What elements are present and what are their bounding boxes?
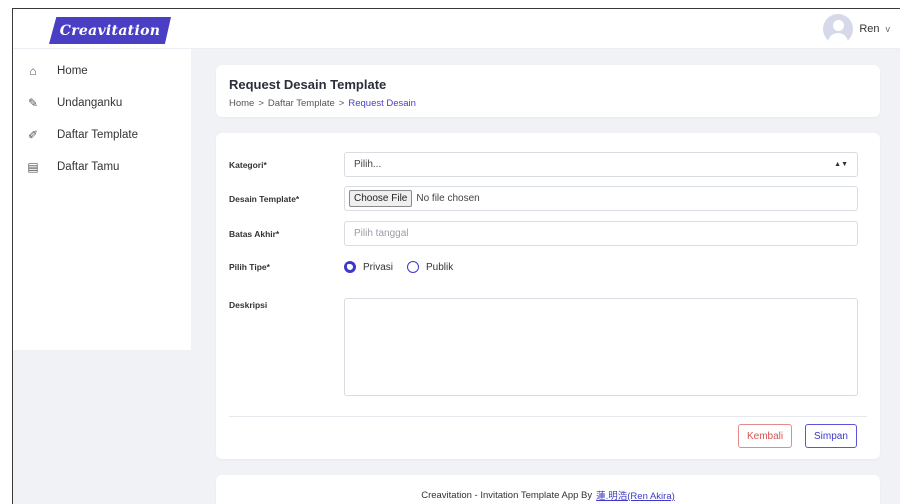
app-window: Creavitation Ren v ⌂ Home ✎ Undanganku ✐… [12,8,900,504]
batas-label: Batas Akhir* [229,229,280,239]
brand-logo[interactable]: Creavitation [49,17,171,44]
invitation-icon: ✎ [27,96,39,110]
sidebar-item-label: Daftar Tamu [57,161,120,173]
footer-text: Creavitation - Invitation Template App B… [421,489,593,501]
deskripsi-textarea[interactable] [344,298,858,396]
sidebar: ⌂ Home ✎ Undanganku ✐ Daftar Template ▤ … [13,49,191,350]
footer: Creavitation - Invitation Template App B… [216,475,880,504]
top-navbar: Creavitation Ren v [13,9,900,49]
batas-date-input[interactable]: Pilih tanggal [344,221,858,246]
batas-placeholder: Pilih tanggal [354,228,409,239]
sidebar-item-daftar-template[interactable]: ✐ Daftar Template [13,119,191,151]
page-title: Request Desain Template [229,77,387,92]
user-menu[interactable]: Ren v [823,14,891,44]
user-avatar-icon[interactable] [823,14,854,44]
deskripsi-label: Deskripsi [229,300,268,310]
form-divider [229,416,867,417]
tipe-radio-group: Privasi Publik [344,261,453,273]
home-icon: ⌂ [29,64,37,78]
page-header-card: Request Desain Template Home > Daftar Temp… [216,65,880,117]
select-arrows-icon: ▲▼ [834,161,848,168]
radio-publik[interactable] [407,261,420,273]
breadcrumb-home[interactable]: Home [229,98,254,109]
sidebar-item-home[interactable]: ⌂ Home [13,55,191,87]
chevron-down-icon[interactable]: v [886,24,891,34]
user-name[interactable]: Ren [859,23,879,35]
breadcrumb-separator: > [338,98,345,109]
kategori-value: Pilih... [354,159,382,170]
brush-icon: ✐ [27,128,39,142]
kategori-label: Kategori* [229,160,267,170]
breadcrumb-current: Request Desain [348,98,416,109]
guestbook-icon: ▤ [27,160,39,174]
choose-file-button[interactable]: Choose File [349,190,413,207]
breadcrumb-daftar-template[interactable]: Daftar Template [268,98,335,109]
radio-privasi[interactable] [344,261,356,273]
kembali-button[interactable]: Kembali [738,424,793,448]
sidebar-item-label: Home [57,65,88,77]
sidebar-item-daftar-tamu[interactable]: ▤ Daftar Tamu [13,151,191,183]
breadcrumb-separator: > [258,98,264,109]
author-link[interactable]: 蓮.明浩(Ren Akira) [596,488,675,502]
simpan-button[interactable]: Simpan [805,424,857,448]
breadcrumb: Home > Daftar Template > Request Desain [229,98,867,109]
radio-publik-label[interactable]: Publik [426,262,453,273]
desain-label: Desain Template* [229,194,300,204]
sidebar-item-undanganku[interactable]: ✎ Undanganku [13,87,191,119]
kategori-select[interactable]: Pilih... ▲▼ [344,152,858,177]
sidebar-item-label: Daftar Template [57,129,138,141]
logo-text: Creavitation [59,22,161,39]
request-form-card: Kategori* Pilih... ▲▼ Desain Template* C… [216,133,880,459]
file-status: No file chosen [416,193,480,204]
tipe-label: Pilih Tipe* [229,262,270,272]
radio-privasi-label[interactable]: Privasi [363,262,393,273]
sidebar-item-label: Undanganku [57,97,123,109]
desain-file-input[interactable]: Choose File No file chosen [344,186,858,211]
